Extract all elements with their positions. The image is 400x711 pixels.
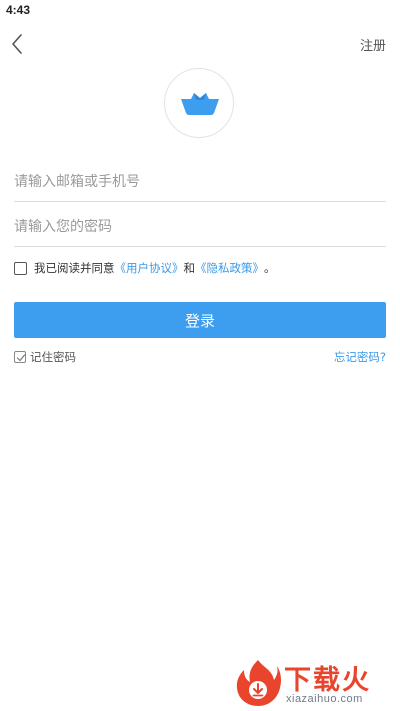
watermark-logo: 下载火 xiazaihuo.com xyxy=(232,656,398,710)
back-button[interactable] xyxy=(6,30,32,58)
forgot-password-link[interactable]: 忘记密码? xyxy=(334,349,386,365)
remember-checkbox[interactable] xyxy=(14,351,26,363)
login-button[interactable]: 登录 xyxy=(14,302,386,338)
user-agreement-link[interactable]: 《用户协议》 xyxy=(115,260,184,276)
agreement-checkbox[interactable] xyxy=(14,261,27,275)
agreement-suffix: 。 xyxy=(264,261,276,275)
password-input[interactable] xyxy=(14,208,386,247)
status-bar: 4:43 xyxy=(0,0,400,22)
chevron-left-icon xyxy=(12,34,22,54)
watermark-title: 下载火 xyxy=(284,665,371,696)
status-time: 4:43 xyxy=(6,3,31,17)
app-logo xyxy=(164,68,234,138)
register-link[interactable]: 注册 xyxy=(360,35,386,54)
agreement-prefix: 我已阅读并同意 xyxy=(34,261,115,275)
watermark-url: xiazaihuo.com xyxy=(286,693,363,705)
agreement-row: 我已阅读并同意 《用户协议》 和 《隐私政策》 。 xyxy=(14,258,276,278)
nav-bar: 注册 xyxy=(0,26,400,62)
remember-label: 记住密码 xyxy=(30,350,76,364)
agreement-conjunction: 和 xyxy=(183,261,196,275)
privacy-policy-link[interactable]: 《隐私政策》 xyxy=(195,260,264,276)
paper-boat-icon xyxy=(181,93,219,115)
account-input[interactable] xyxy=(14,163,386,202)
flame-download-icon xyxy=(236,660,281,706)
checkmark-icon xyxy=(16,354,26,362)
remember-password-toggle[interactable]: 记住密码 xyxy=(14,348,76,366)
